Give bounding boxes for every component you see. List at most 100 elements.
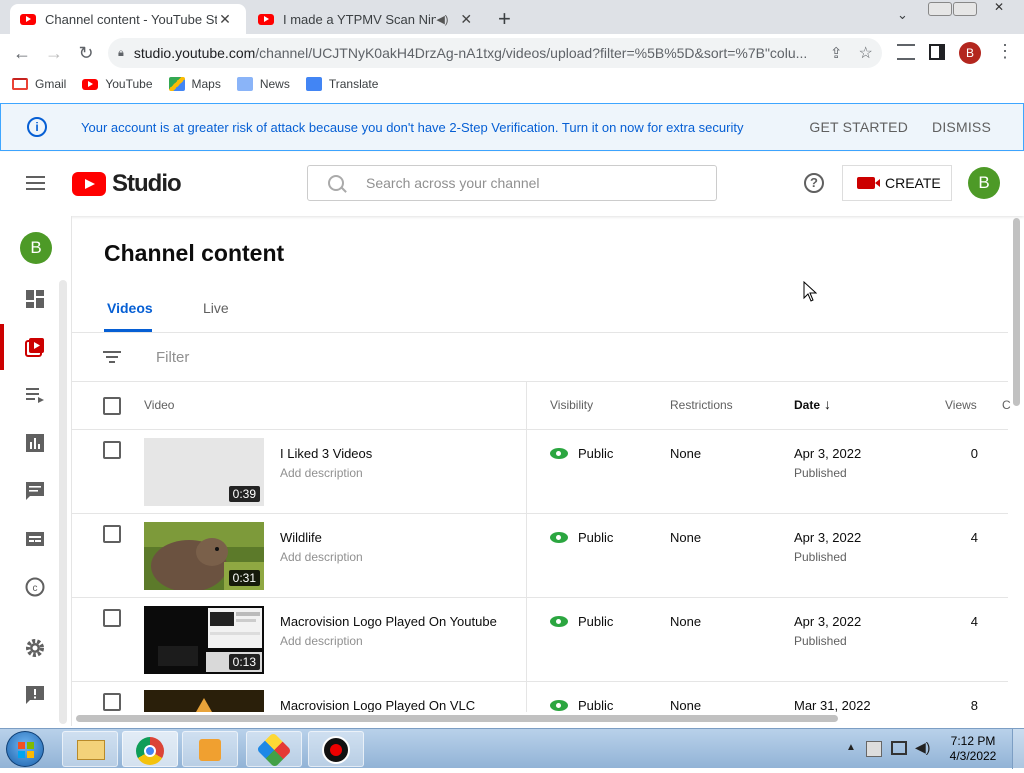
taskbar-recorder[interactable] (308, 731, 364, 767)
minimize-button[interactable] (928, 2, 952, 16)
video-thumbnail[interactable]: 0:39 (144, 438, 264, 506)
row-checkbox[interactable] (103, 609, 121, 627)
profile-avatar[interactable]: B (959, 42, 981, 64)
back-icon[interactable]: ← (10, 42, 34, 64)
tab-search-icon[interactable]: ⌄ (897, 7, 908, 23)
visibility-cell[interactable]: Public (550, 698, 613, 713)
visibility-cell[interactable]: Public (550, 530, 613, 545)
select-all-checkbox[interactable] (103, 397, 121, 415)
column-header-views[interactable]: Views (945, 398, 977, 412)
maximize-button[interactable] (953, 2, 977, 16)
bookmark-star-icon[interactable]: ☆ (858, 43, 872, 63)
bookmark-news[interactable]: News (236, 77, 290, 91)
close-window-button[interactable]: ✕ (982, 0, 1016, 16)
visibility-cell[interactable]: Public (550, 446, 613, 461)
video-thumbnail[interactable] (144, 690, 264, 712)
visibility-label: Public (578, 698, 614, 713)
taskbar-media-player[interactable] (182, 731, 238, 767)
side-panel-icon[interactable] (929, 44, 945, 60)
close-tab-icon[interactable]: ✕ (458, 11, 474, 28)
show-hidden-icons[interactable]: ▲ (846, 742, 856, 753)
status-cell: Published (794, 466, 847, 480)
horizontal-scrollbar[interactable] (76, 715, 838, 722)
date-cell: Mar 31, 2022 (794, 698, 871, 713)
video-title[interactable]: Macrovision Logo Played On Youtube (280, 614, 497, 629)
page-title: Channel content (104, 240, 285, 266)
column-header-comments[interactable]: C (1002, 398, 1011, 412)
address-bar[interactable]: 🔒︎ studio.youtube.com/channel/UCJTNyK0ak… (108, 38, 882, 68)
bookmark-translate[interactable]: Translate (305, 77, 378, 91)
get-started-button[interactable]: GET STARTED (809, 119, 908, 135)
vertical-scrollbar[interactable] (1013, 218, 1020, 406)
menu-kebab-icon[interactable]: ⋮ (996, 41, 1014, 62)
feedback-icon[interactable] (24, 684, 46, 706)
visibility-label: Public (578, 446, 614, 461)
video-title[interactable]: Macrovision Logo Played On VLC (280, 698, 475, 713)
create-button[interactable]: CREATE (842, 165, 952, 201)
subtitles-icon[interactable] (24, 528, 46, 550)
settings-gear-icon[interactable] (24, 637, 46, 659)
tab-videos[interactable]: Videos (107, 300, 153, 316)
studio-logo[interactable]: Studio (72, 170, 182, 198)
volume-icon[interactable]: ◀) (915, 739, 930, 756)
row-checkbox[interactable] (103, 525, 121, 543)
duration-badge: 0:13 (228, 654, 260, 670)
content-icon[interactable] (24, 336, 46, 358)
column-header-restrictions[interactable]: Restrictions (670, 398, 733, 412)
taskbar-clock[interactable]: 7:12 PM 4/3/2022 (938, 734, 1008, 764)
video-title[interactable]: Wildlife (280, 530, 322, 545)
reading-list-icon[interactable] (897, 44, 915, 60)
new-tab-button[interactable]: + (498, 6, 511, 32)
bookmark-gmail[interactable]: Gmail (12, 77, 66, 91)
tab-live[interactable]: Live (203, 300, 229, 316)
reload-icon[interactable]: ↻ (74, 42, 98, 64)
url-host: studio.youtube.com (133, 45, 256, 61)
filter-input[interactable]: Filter (156, 349, 189, 366)
tab-ytpmv[interactable]: I made a YTPMV Scan Ninepence ◀) ✕ (248, 4, 484, 34)
audio-playing-icon[interactable]: ◀) (436, 13, 448, 26)
copyright-icon[interactable]: c (24, 576, 46, 598)
video-title[interactable]: I Liked 3 Videos (280, 446, 372, 461)
taskbar-chrome[interactable] (122, 731, 178, 767)
visibility-label: Public (578, 614, 614, 629)
column-header-date[interactable]: Date (794, 398, 820, 412)
taskbar-explorer[interactable] (62, 731, 118, 767)
bookmark-youtube[interactable]: YouTube (82, 77, 153, 91)
channel-avatar[interactable]: B (20, 232, 52, 264)
close-tab-icon[interactable]: ✕ (217, 11, 233, 28)
column-header-visibility[interactable]: Visibility (550, 398, 593, 412)
playlists-icon[interactable] (24, 384, 46, 406)
account-avatar[interactable]: B (968, 167, 1000, 199)
bookmark-maps[interactable]: Maps (168, 77, 221, 91)
share-icon[interactable]: ⇪ (830, 44, 843, 62)
dashboard-icon[interactable] (24, 288, 46, 310)
analytics-icon[interactable] (24, 432, 46, 454)
taskbar-app[interactable] (246, 731, 302, 768)
visibility-cell[interactable]: Public (550, 614, 613, 629)
sidebar-scrollbar[interactable] (59, 280, 67, 724)
row-checkbox[interactable] (103, 441, 121, 459)
start-button[interactable] (6, 731, 44, 767)
bookmark-label: News (259, 77, 290, 91)
action-center-icon[interactable] (866, 741, 882, 757)
video-thumbnail[interactable]: 0:31 (144, 522, 264, 590)
row-checkbox[interactable] (103, 693, 121, 711)
hamburger-menu-icon[interactable] (26, 176, 45, 190)
filter-icon[interactable] (103, 351, 121, 363)
info-icon: i (27, 117, 47, 137)
network-icon[interactable] (891, 741, 907, 755)
show-desktop-button[interactable] (1012, 729, 1024, 769)
folder-icon (77, 740, 105, 760)
vlc-thumbnail-image (144, 690, 264, 712)
help-icon[interactable]: ? (804, 173, 824, 193)
video-thumbnail[interactable]: 0:13 (144, 606, 264, 674)
tab-channel-content[interactable]: Channel content - YouTube Studio ✕ (10, 4, 246, 34)
youtube-favicon-icon (20, 13, 36, 25)
sort-arrow-down-icon[interactable]: ↓ (824, 396, 831, 412)
forward-icon[interactable]: → (42, 42, 66, 64)
search-input[interactable]: Search across your channel (307, 165, 717, 201)
comments-icon[interactable] (24, 480, 46, 502)
public-eye-icon (550, 448, 568, 459)
gmail-icon (12, 78, 28, 90)
dismiss-button[interactable]: DISMISS (932, 119, 991, 135)
